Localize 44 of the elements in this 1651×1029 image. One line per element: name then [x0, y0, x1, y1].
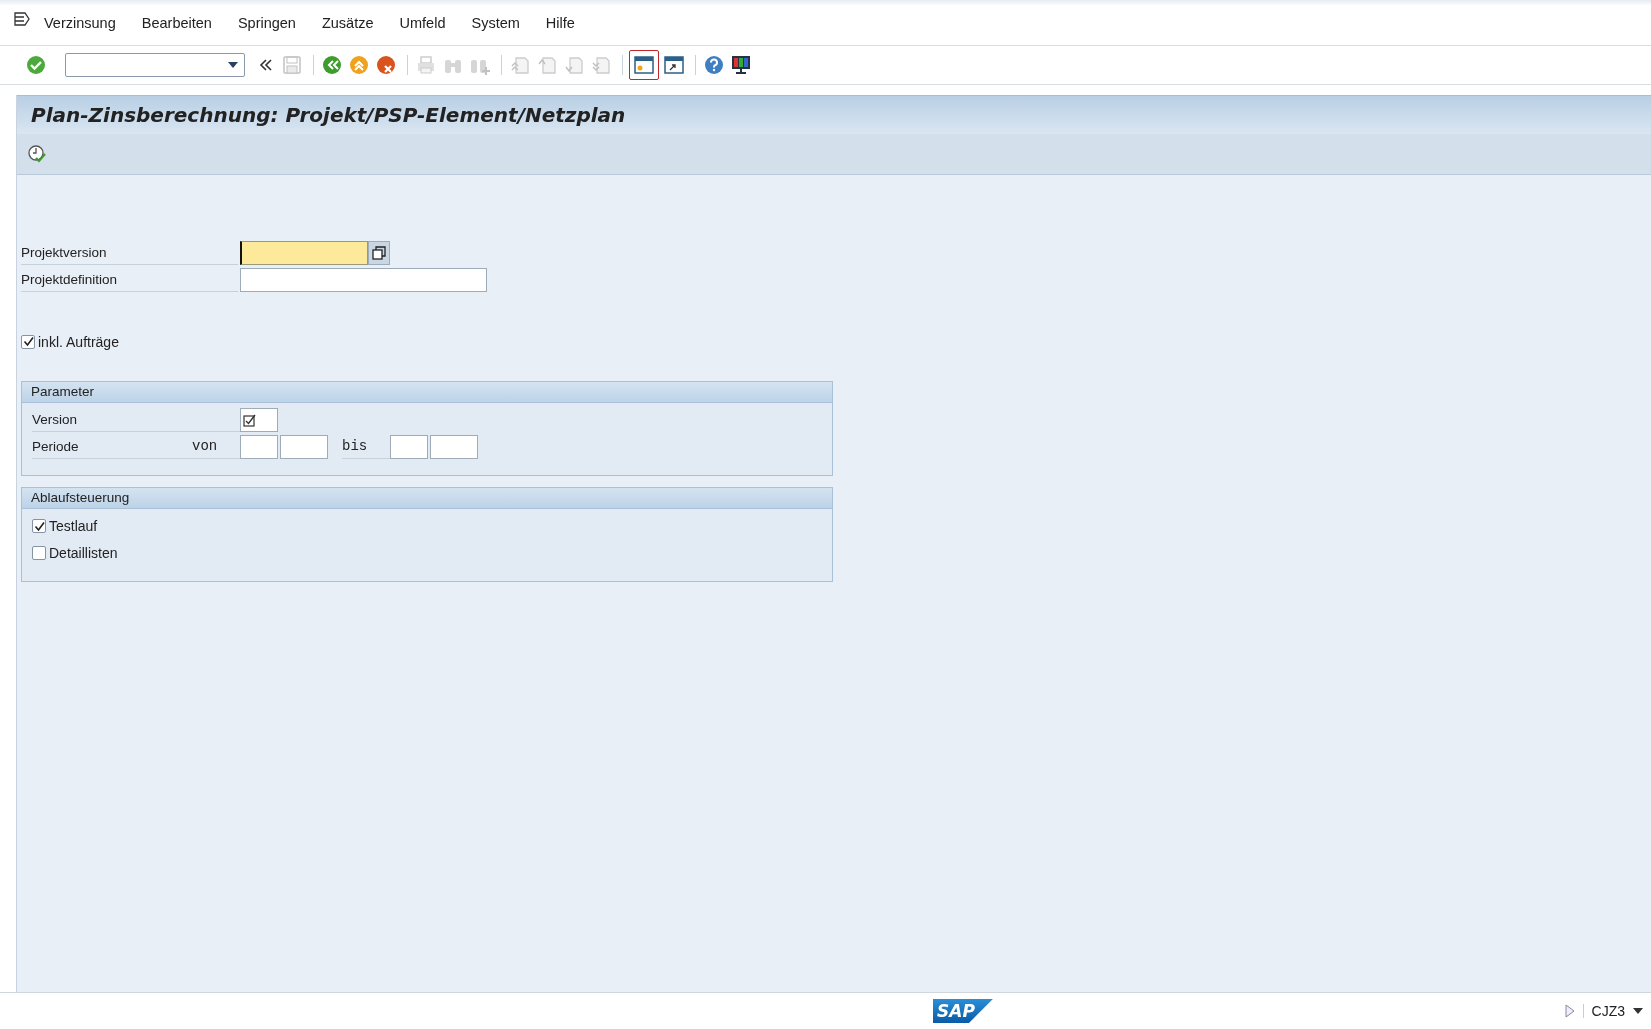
group-title: Parameter	[22, 382, 832, 403]
dropdown-caret-icon[interactable]	[228, 62, 238, 68]
field-label: Projektdefinition	[21, 268, 238, 292]
menu-item[interactable]: Umfeld	[399, 14, 446, 31]
value-help-button[interactable]	[368, 241, 390, 265]
input-field[interactable]	[390, 435, 428, 459]
clock-check-icon[interactable]	[27, 144, 47, 164]
caret-icon[interactable]	[1633, 1008, 1643, 1014]
menu-item[interactable]: System	[471, 14, 520, 31]
menu-item[interactable]: Verzinsung	[44, 14, 116, 31]
input-field[interactable]	[280, 435, 328, 459]
checkbox-label: inkl. Aufträge	[38, 333, 119, 350]
input-field[interactable]	[240, 268, 487, 292]
menu-item[interactable]: Zusätze	[321, 14, 374, 31]
input-field[interactable]	[240, 435, 278, 459]
field-label: Version	[32, 408, 240, 432]
checkbox[interactable]	[243, 413, 257, 427]
back-icon[interactable]	[320, 53, 344, 77]
enter-icon[interactable]	[24, 53, 48, 77]
checkbox-label: Testlauf	[49, 518, 98, 534]
input-field[interactable]	[430, 435, 478, 459]
screen-title: Plan-Zinsberechnung: Projekt/PSP-Element/Netzplan	[17, 95, 1651, 134]
input-field[interactable]	[240, 408, 278, 432]
field-label: Periode	[32, 435, 192, 459]
command-field[interactable]	[65, 53, 245, 77]
transaction-code[interactable]: CJZ3	[1591, 1003, 1625, 1019]
menu-item[interactable]: Springen	[237, 14, 296, 31]
logo: SAP	[933, 999, 993, 1023]
checkbox[interactable]	[32, 546, 46, 560]
checkbox-label: Detaillisten	[49, 545, 118, 561]
checkbox[interactable]	[21, 334, 35, 349]
menu-icon[interactable]	[14, 11, 32, 26]
group-title: Ablaufsteuerung	[22, 488, 832, 509]
input-field[interactable]	[240, 241, 368, 265]
help-icon[interactable]	[702, 53, 726, 77]
menu-item[interactable]: Hilfe	[545, 14, 575, 31]
monitor-icon[interactable]	[729, 53, 753, 77]
field-label: Projektversion	[21, 241, 238, 265]
cancel-icon[interactable]	[374, 53, 398, 77]
triangle-icon[interactable]	[1564, 1004, 1584, 1018]
menu-item[interactable]: Bearbeiten	[141, 14, 212, 31]
new-window-icon[interactable]	[629, 50, 659, 80]
exit-icon[interactable]	[347, 53, 371, 77]
checkbox[interactable]	[32, 519, 46, 533]
